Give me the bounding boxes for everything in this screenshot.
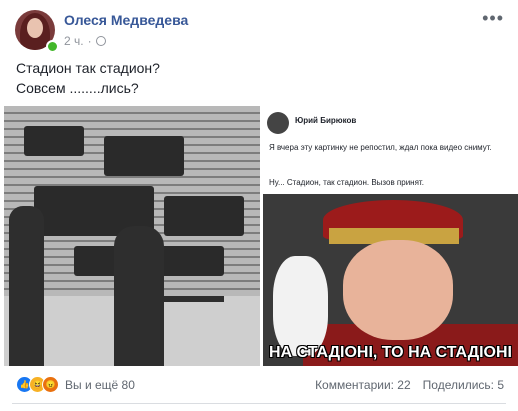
- meme-image: НА СТАДІОНІ, ТО НА СТАДІОНІ: [263, 194, 518, 366]
- post-text: Стадион так стадион? Совсем ........лись…: [16, 58, 160, 98]
- embedded-avatar: [267, 112, 289, 134]
- online-status-icon: [46, 40, 59, 53]
- meme-caption: НА СТАДІОНІ, ТО НА СТАДІОНІ: [269, 344, 512, 361]
- facebook-post: Олеся Медведева 2 ч. · ••• Стадион так с…: [0, 0, 518, 411]
- globe-icon: [95, 36, 106, 46]
- more-icon[interactable]: •••: [482, 8, 504, 29]
- embedded-text-2: Ну... Стадион, так стадион. Вызов принят…: [269, 178, 424, 187]
- post-text-line-2: Совсем ........лись?: [16, 80, 139, 96]
- photo-stadium-soldiers[interactable]: [4, 106, 260, 366]
- reactions-summary[interactable]: 👍 😆 😠 Вы и ещё 80: [16, 376, 135, 393]
- post-meta: 2 ч. ·: [64, 34, 106, 48]
- footer-divider: [12, 403, 506, 404]
- author-name[interactable]: Олеся Медведева: [64, 12, 188, 28]
- photo-meme-post[interactable]: Юрий Бирюков Я вчера эту картинку не реп…: [263, 108, 518, 366]
- reactions-label[interactable]: Вы и ещё 80: [65, 378, 135, 392]
- comments-count[interactable]: Комментарии: 22: [315, 378, 411, 392]
- shares-count[interactable]: Поделились: 5: [423, 378, 504, 392]
- post-text-line-1: Стадион так стадион?: [16, 60, 160, 76]
- post-time[interactable]: 2 ч.: [64, 34, 84, 48]
- post-photos[interactable]: Юрий Бирюков Я вчера эту картинку не реп…: [4, 104, 518, 366]
- embedded-author: Юрий Бирюков: [295, 116, 357, 125]
- post-footer: 👍 😆 😠 Вы и ещё 80 Комментарии: 22 Подели…: [0, 366, 518, 400]
- embedded-text-1: Я вчера эту картинку не репостил, ждал п…: [269, 143, 492, 152]
- angry-icon: 😠: [42, 376, 59, 393]
- post-stats: Комментарии: 22 Поделились: 5: [315, 378, 504, 392]
